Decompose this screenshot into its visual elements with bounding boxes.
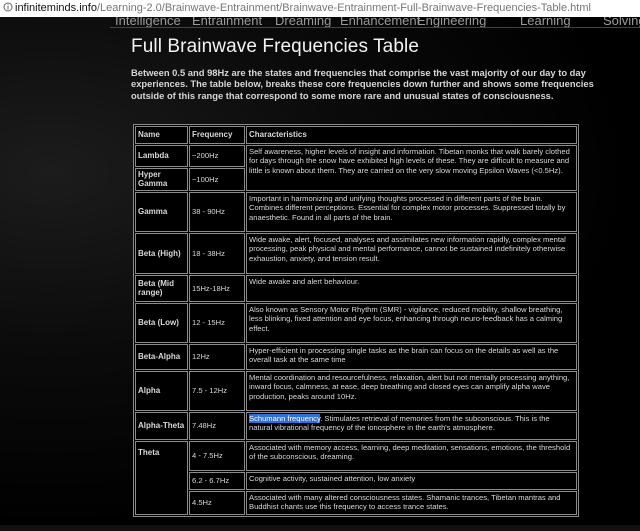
table-row: Beta-Alpha 12Hz Hyper-efficient in proce… (135, 343, 577, 370)
table-row: Theta 4 - 7.5Hz Associated with memory a… (135, 440, 577, 515)
row-range: 4 - 7.5Hz (189, 440, 245, 471)
table-row: Alpha-Theta 7.48Hz Schumann frequency. S… (135, 411, 577, 440)
row-characteristics: Schumann frequency. Stimulates retrieval… (246, 411, 577, 440)
row-characteristics: Important in harmonizing and unifying th… (246, 191, 577, 232)
row-characteristics: Hyper-efficient in processing single tas… (246, 343, 577, 370)
row-characteristics: Mental coordination and resourcefulness,… (246, 370, 577, 411)
row-characteristics: Associated with many altered consciousne… (246, 490, 577, 515)
header-frequency: Frequency (189, 126, 245, 144)
bottom-edge (0, 525, 640, 531)
row-range: 7.5 - 12Hz (189, 370, 245, 411)
row-characteristics: Self awareness, higher levels of insight… (246, 145, 577, 191)
page-content: Intelligence Entrainment Dreaming Enhanc… (0, 17, 640, 531)
top-nav: Intelligence Entrainment Dreaming Enhanc… (110, 17, 640, 28)
row-name: Beta-Alpha (135, 343, 188, 370)
row-name: Alpha-Theta (135, 411, 188, 440)
row-name: Beta (Low) (135, 302, 188, 343)
table-header-row: Name Frequency Characteristics (135, 126, 577, 144)
table-row: 4.5Hz Associated with many altered consc… (135, 490, 577, 515)
row-range: 4.5Hz (189, 490, 245, 515)
page-title: Full Brainwave Frequencies Table (131, 36, 419, 57)
table-row: Beta (Mid range) 15Hz-18Hz Wide awake an… (135, 274, 577, 302)
row-name: Hyper Gamma (135, 168, 188, 191)
table-row: Alpha 7.5 - 12Hz Mental coordination and… (135, 370, 577, 411)
row-range: ~100Hz (189, 168, 245, 191)
row-range: 7.48Hz (189, 411, 245, 440)
table-row: Beta (High) 18 - 38Hz Wide awake, alert,… (135, 232, 577, 274)
row-name: Beta (High) (135, 232, 188, 274)
url-domain: infiniteminds.info (15, 2, 97, 14)
highlighted-text[interactable]: Schumann frequency (249, 413, 321, 423)
row-characteristics: Wide awake and alert behaviour. (246, 274, 577, 302)
table-row: 6.2 - 6.7Hz Cognitive activity, sustaine… (135, 471, 577, 490)
row-range: 12 - 15Hz (189, 302, 245, 343)
row-name: Alpha (135, 370, 188, 411)
table-row: Beta (Low) 12 - 15Hz Also known as Senso… (135, 302, 577, 343)
row-range: 38 - 90Hz (189, 191, 245, 232)
address-bar[interactable]: infiniteminds.info/Learning-2.0/Brainwav… (0, 0, 640, 18)
row-name: Lambda (135, 145, 188, 167)
row-name: Gamma (135, 191, 188, 232)
nav-divider (110, 27, 640, 28)
row-characteristics: Also known as Sensory Motor Rhythm (SMR)… (246, 302, 577, 343)
row-characteristics: Wide awake, alert, focused, analyses and… (246, 232, 577, 274)
row-characteristics: Associated with memory access, learning,… (246, 440, 577, 471)
table-row: Lambda ~200Hz Self awareness, higher lev… (135, 145, 577, 191)
row-range: 6.2 - 6.7Hz (189, 471, 245, 490)
row-name: Theta (135, 440, 188, 515)
row-range: 15Hz-18Hz (189, 274, 245, 302)
header-characteristics: Characteristics (246, 126, 577, 144)
row-range: 12Hz (189, 343, 245, 370)
url-path: /Learning-2.0/Brainwave-Entrainment/Brai… (96, 2, 591, 14)
table-row: Gamma 38 - 90Hz Important in harmonizing… (135, 191, 577, 232)
row-characteristics: Cognitive activity, sustained attention,… (246, 471, 577, 490)
intro-paragraph: Between 0.5 and 98Hz are the states and … (131, 67, 594, 101)
info-icon[interactable] (3, 2, 13, 12)
row-name: Beta (Mid range) (135, 274, 188, 302)
header-name: Name (135, 126, 188, 144)
frequencies-table: Name Frequency Characteristics Lambda ~2… (133, 124, 579, 517)
row-range: 18 - 38Hz (189, 232, 245, 274)
row-range: ~200Hz (189, 145, 245, 167)
